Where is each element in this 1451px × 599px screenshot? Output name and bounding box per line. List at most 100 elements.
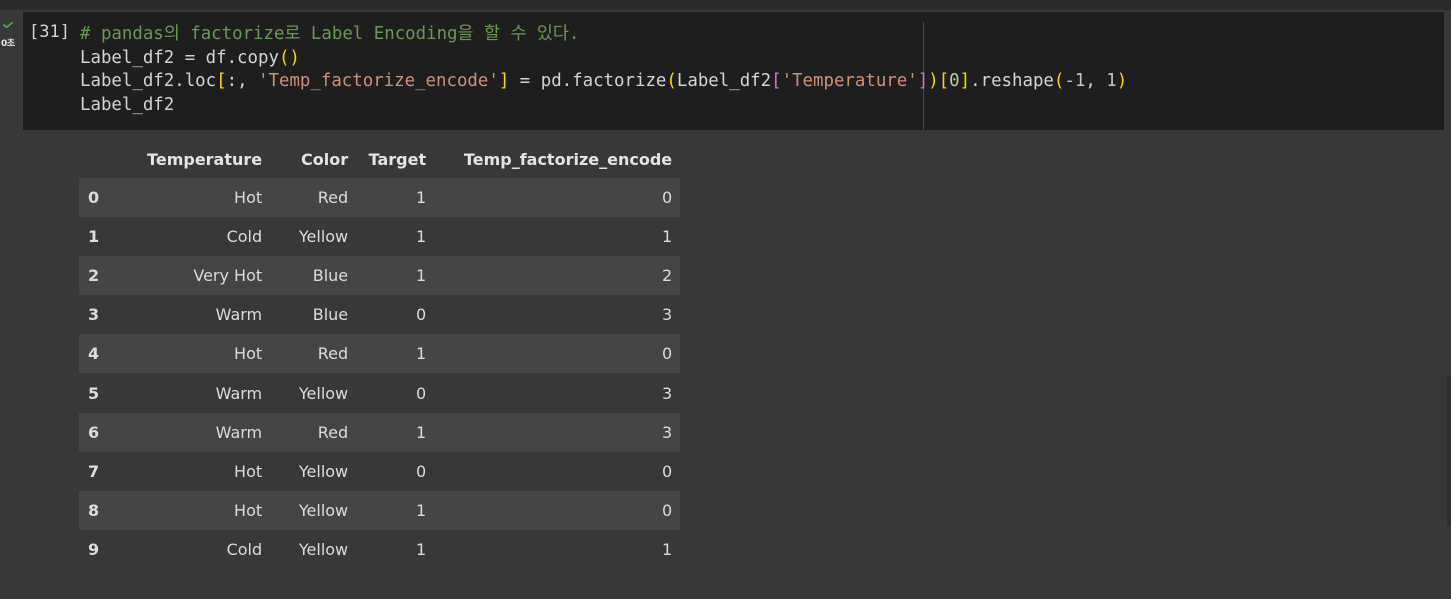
code-token: 'Temp_factorize_encode' bbox=[258, 71, 499, 91]
check-icon bbox=[3, 22, 13, 28]
code-token: [ bbox=[216, 71, 227, 91]
code-token: ] bbox=[917, 71, 929, 91]
table-cell: 3 bbox=[661, 422, 673, 442]
code-token: Label_df2 bbox=[676, 71, 772, 91]
table-cell: 1 bbox=[415, 422, 427, 442]
table-row: 7 Hot Yellow 0 0 bbox=[79, 452, 680, 491]
table-cell: Red bbox=[317, 188, 349, 208]
code-token: 0 bbox=[949, 71, 960, 91]
code-token: = pd.factorize bbox=[509, 71, 667, 91]
table-cell: 1 bbox=[415, 539, 427, 559]
table-cell: 1 bbox=[661, 539, 673, 559]
row-index: 3 bbox=[88, 305, 100, 325]
table-cell: 0 bbox=[661, 344, 673, 364]
table-cell: Warm bbox=[215, 383, 263, 403]
scrollbar[interactable] bbox=[1447, 376, 1451, 526]
code-token: 1 bbox=[1106, 71, 1117, 91]
row-index: 0 bbox=[88, 188, 100, 208]
column-header-color: Color bbox=[301, 149, 349, 169]
table-cell: 1 bbox=[415, 266, 427, 286]
cell-output: Temperature Color Target Temp_factorize_… bbox=[79, 140, 681, 569]
table-cell: 3 bbox=[661, 383, 673, 403]
index-header bbox=[79, 140, 117, 178]
table-cell: Very Hot bbox=[193, 266, 263, 286]
code-token: Label_df2 = df.copy bbox=[80, 47, 279, 68]
row-index: 8 bbox=[88, 500, 100, 520]
table-cell: 1 bbox=[415, 500, 427, 520]
table-cell: Hot bbox=[234, 461, 263, 481]
code-line[interactable]: Label_df2 bbox=[80, 94, 1127, 118]
table-cell: 1 bbox=[415, 344, 427, 364]
table-row: 2 Very Hot Blue 1 2 bbox=[79, 256, 681, 296]
table-cell: Hot bbox=[234, 500, 263, 520]
table-cell: Yellow bbox=[298, 227, 349, 247]
table-cell: Hot bbox=[234, 344, 263, 364]
table-cell: 0 bbox=[415, 305, 427, 325]
dataframe-table: Temperature Color Target Temp_factorize_… bbox=[79, 140, 681, 569]
table-cell: 3 bbox=[661, 305, 673, 325]
row-index: 6 bbox=[88, 422, 100, 442]
code-line[interactable]: Label_df2.loc[:, 'Temp_factorize_encode'… bbox=[80, 70, 1127, 94]
table-cell: Red bbox=[317, 344, 349, 364]
table-cell: Warm bbox=[215, 305, 263, 325]
table-cell: Warm bbox=[215, 422, 263, 442]
table-row: 1 Cold Yellow 1 1 bbox=[79, 217, 680, 256]
column-header-target: Target bbox=[368, 149, 427, 169]
row-index: 7 bbox=[88, 461, 100, 481]
code-token: [ bbox=[771, 71, 782, 91]
code-line[interactable]: Label_df2 = df.copy() bbox=[80, 47, 1127, 71]
table-cell: Yellow bbox=[298, 500, 349, 520]
table-row: 3 Warm Blue 0 3 bbox=[79, 295, 680, 334]
table-cell: Yellow bbox=[298, 461, 349, 481]
table-row: 0 Hot Red 1 0 bbox=[79, 178, 681, 218]
code-token: ] bbox=[959, 71, 971, 91]
top-bar bbox=[0, 0, 1451, 10]
row-index: 2 bbox=[88, 266, 100, 286]
table-cell: 1 bbox=[415, 188, 427, 208]
run-time: 0초 bbox=[1, 39, 15, 49]
table-cell: Blue bbox=[312, 305, 349, 325]
table-cell: 2 bbox=[661, 266, 673, 286]
row-index: 5 bbox=[88, 383, 100, 403]
table-cell: 0 bbox=[661, 461, 673, 481]
code-line[interactable]: # pandas의 factorize로 Label Encoding을 할 수… bbox=[80, 23, 1127, 47]
row-index: 1 bbox=[88, 227, 100, 247]
table-row: 8 Hot Yellow 1 0 bbox=[79, 490, 681, 530]
table-body: 0 Hot Red 1 0 1 Cold Yellow 1 1 2 Very Hot Blue 1 2 3 Wa… bbox=[79, 178, 681, 569]
table-cell: 0 bbox=[415, 461, 427, 481]
table-cell: Cold bbox=[226, 227, 263, 247]
code-token: ( bbox=[666, 71, 677, 91]
table-cell: 0 bbox=[415, 383, 427, 403]
table-cell: Hot bbox=[234, 188, 263, 208]
row-index: 4 bbox=[88, 344, 100, 364]
table-cell: Cold bbox=[226, 539, 263, 559]
row-index: 9 bbox=[88, 539, 100, 559]
code-token: ( bbox=[1053, 71, 1065, 91]
table-cell: 0 bbox=[661, 188, 673, 208]
code-token: ) bbox=[928, 71, 939, 91]
code-token: :, bbox=[226, 71, 259, 91]
table-header-row: Temperature Color Target Temp_factorize_… bbox=[79, 140, 680, 178]
table-cell: 0 bbox=[661, 500, 673, 520]
execution-count: [31] bbox=[29, 22, 70, 42]
code-token: () bbox=[278, 47, 300, 68]
code-token: [ bbox=[938, 71, 950, 91]
column-header-temperature: Temperature bbox=[147, 149, 263, 169]
table-cell: 1 bbox=[415, 227, 427, 247]
table-cell: Blue bbox=[312, 266, 349, 286]
column-header-temp-factorize-encode: Temp_factorize_encode bbox=[463, 149, 673, 169]
code-editor[interactable]: # pandas의 factorize로 Label Encoding을 할 수… bbox=[23, 12, 1444, 130]
table-cell: Yellow bbox=[298, 539, 349, 559]
code-token: Label_df2 bbox=[80, 94, 175, 115]
code-token: 'Temperature' bbox=[781, 71, 918, 91]
code-token: ] bbox=[498, 71, 510, 91]
code-token: -1 bbox=[1064, 71, 1086, 91]
code-token: # pandas의 factorize로 Label Encoding을 할 수… bbox=[80, 24, 580, 44]
code-token: ) bbox=[1116, 71, 1128, 91]
code-token: , bbox=[1085, 71, 1107, 91]
code-token: .reshape bbox=[970, 71, 1054, 91]
table-cell: 1 bbox=[661, 227, 673, 247]
table-row: 6 Warm Red 1 3 bbox=[79, 412, 681, 452]
code-lines[interactable]: # pandas의 factorize로 Label Encoding을 할 수… bbox=[80, 23, 1127, 117]
table-row: 9 Cold Yellow 1 1 bbox=[79, 530, 680, 569]
